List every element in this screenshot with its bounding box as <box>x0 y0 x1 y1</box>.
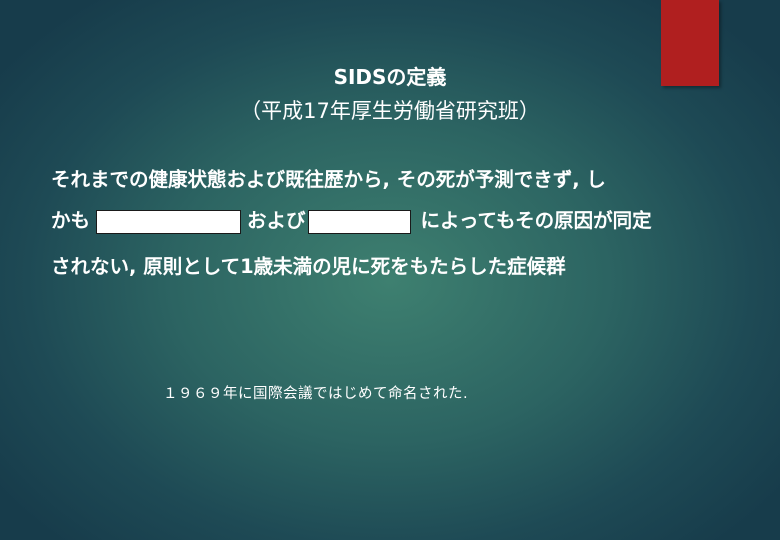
blank-box-2 <box>307 209 411 234</box>
definition-text-2a: かも <box>51 209 91 232</box>
definition-text-2c: によってもその原因が同定 <box>420 209 652 232</box>
slide-subtitle: （平成17年厚生労働省研究班） <box>240 99 540 123</box>
definition-line-2: かも および によってもその原因が同定 <box>51 207 652 235</box>
definition-text-1: それまでの健康状態および既往歴から, その死が予測できず, し <box>51 168 606 191</box>
definition-text-3: されない, 原則として1歳未満の児に死をもたらした症候群 <box>51 255 566 278</box>
definition-line-3: されない, 原則として1歳未満の児に死をもたらした症候群 <box>51 253 566 281</box>
footnote-naming: １９６９年に国際会議ではじめて命名された. <box>163 386 469 402</box>
definition-text-2b: および <box>247 209 306 232</box>
blank-box-1 <box>96 209 242 234</box>
slide-title: SIDSの定義 <box>333 65 447 89</box>
definition-line-1: それまでの健康状態および既往歴から, その死が予測できず, し <box>51 166 606 194</box>
